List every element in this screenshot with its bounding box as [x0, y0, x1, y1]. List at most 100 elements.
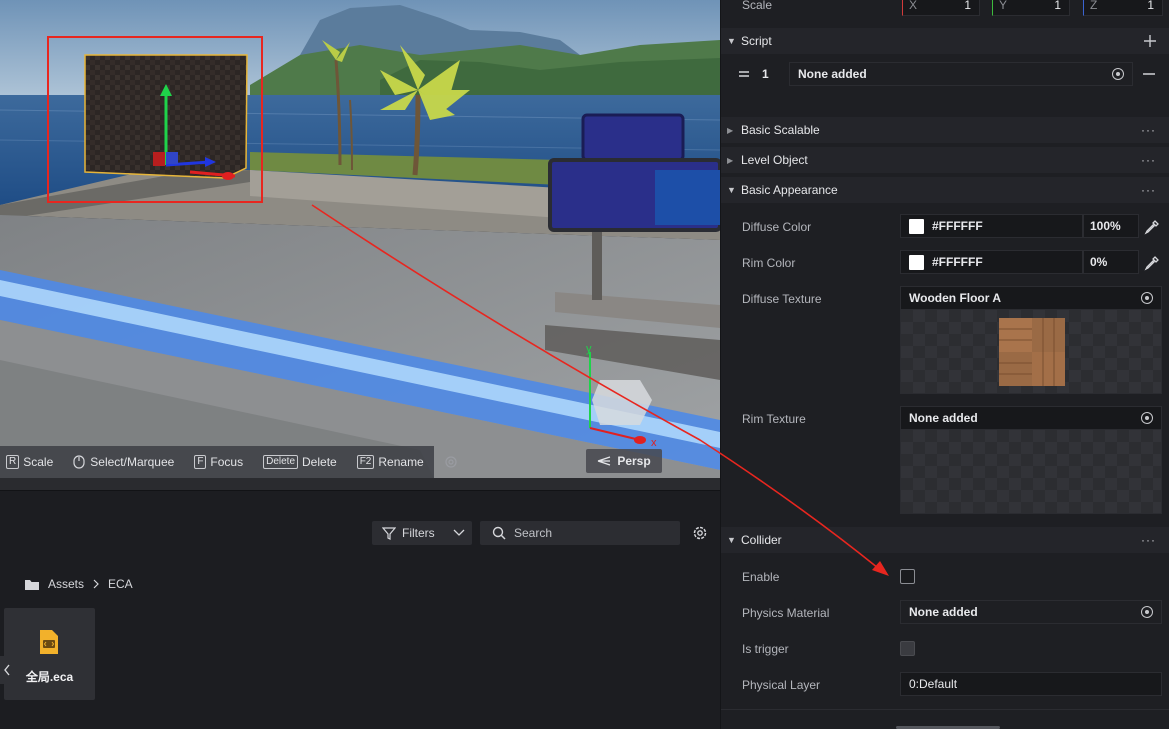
rim-texture-value: None added [909, 411, 978, 425]
folder-icon [25, 579, 39, 590]
is-trigger-checkbox[interactable] [900, 641, 915, 656]
y-axis-label: Y [999, 0, 1008, 12]
more-options-icon[interactable]: ··· [1141, 123, 1156, 137]
breadcrumb-assets[interactable]: Assets [48, 577, 84, 591]
delete-tool-label: Delete [302, 455, 337, 469]
more-options-icon[interactable]: ··· [1141, 533, 1156, 547]
more-options-icon[interactable]: ··· [1141, 153, 1156, 167]
diffuse-color-hex: #FFFFFF [932, 219, 983, 233]
search-icon [492, 526, 506, 540]
section-collider[interactable]: ▼ Collider ··· [721, 527, 1169, 553]
chevron-down-icon [453, 529, 465, 536]
basic-scalable-title: Basic Scalable [741, 123, 820, 137]
scale-tool[interactable]: R Scale [0, 446, 59, 478]
mouse-icon [73, 455, 85, 469]
section-basic-appearance[interactable]: ▼ Basic Appearance ··· [721, 177, 1169, 203]
scale-z-value: 1 [1147, 0, 1154, 12]
rim-color-label: Rim Color [742, 256, 796, 270]
perspective-toggle[interactable]: Persp [586, 449, 662, 473]
add-script-icon[interactable] [1144, 35, 1156, 47]
collapse-panel-button[interactable] [0, 656, 14, 684]
x-axis-label: X [909, 0, 918, 12]
gizmo-y-label: y [586, 343, 592, 355]
remove-script-icon[interactable] [1143, 73, 1155, 75]
scale-y-value: 1 [1054, 0, 1061, 12]
collapsed-triangle-icon: ▶ [727, 125, 734, 135]
physics-material-value: None added [909, 605, 978, 619]
wood-texture-thumbnail [999, 318, 1065, 386]
divider [721, 709, 1169, 710]
asset-file-card[interactable]: 全局.eca [4, 608, 95, 700]
script-title: Script [741, 34, 772, 48]
diffuse-texture-field[interactable]: Wooden Floor A [900, 286, 1162, 310]
scene-render[interactable]: y x [0, 0, 720, 490]
enable-label: Enable [742, 570, 780, 584]
diffuse-color-label: Diffuse Color [742, 220, 812, 234]
target-picker-icon[interactable] [1141, 292, 1153, 304]
section-level-object[interactable]: ▶ Level Object ··· [721, 147, 1169, 173]
collider-title: Collider [741, 533, 782, 547]
rim-texture-label: Rim Texture [742, 412, 806, 426]
select-marquee-tool[interactable]: Select/Marquee [67, 446, 180, 478]
expanded-triangle-icon: ▼ [727, 185, 736, 195]
key-f2: F2 [356, 455, 375, 469]
physical-layer-field[interactable]: 0:Default [900, 672, 1162, 696]
scene-viewport[interactable]: y x R Scale Select/Marquee F Focus Delete D… [0, 0, 720, 490]
rename-tool[interactable]: F2 Rename [351, 446, 430, 478]
breadcrumb: Assets ECA [24, 577, 133, 591]
settings-icon [445, 456, 457, 468]
target-picker-icon[interactable] [1141, 606, 1153, 618]
key-r: R [6, 455, 20, 469]
asset-toolbar: Filters Search [0, 521, 720, 547]
filters-button[interactable]: Filters [372, 521, 472, 545]
viewport-settings-button[interactable] [438, 446, 464, 478]
inspector-panel: Scale X 1 Y 1 Z 1 ▼ Script 1 None added … [720, 0, 1169, 729]
focus-tool[interactable]: F Focus [188, 446, 249, 478]
diffuse-texture-preview[interactable] [900, 310, 1162, 394]
physics-material-label: Physics Material [742, 606, 830, 620]
diffuse-texture-label: Diffuse Texture [742, 292, 822, 306]
rim-color-field[interactable]: #FFFFFF [900, 250, 1083, 274]
asset-search-input[interactable]: Search [480, 521, 680, 545]
gizmo-x-label: x [651, 437, 657, 449]
diffuse-color-swatch[interactable] [909, 218, 924, 234]
diffuse-opacity-field[interactable]: 100% [1083, 214, 1139, 238]
eyedropper-icon[interactable] [1144, 219, 1160, 235]
scale-x-value: 1 [964, 0, 971, 12]
scale-y-field[interactable]: Y 1 [992, 0, 1070, 16]
is-trigger-label: Is trigger [742, 642, 789, 656]
eca-file-icon [40, 630, 58, 654]
viewport-toolbar: R Scale Select/Marquee F Focus Delete Delet… [0, 446, 457, 478]
breadcrumb-eca[interactable]: ECA [108, 577, 133, 591]
target-picker-icon[interactable] [1112, 68, 1124, 80]
more-options-icon[interactable]: ··· [1141, 183, 1156, 197]
delete-tool[interactable]: Delete Delete [257, 446, 343, 478]
basic-appearance-title: Basic Appearance [741, 183, 838, 197]
collapsed-triangle-icon: ▶ [727, 155, 734, 165]
level-object-title: Level Object [741, 153, 808, 167]
scale-z-field[interactable]: Z 1 [1083, 0, 1163, 16]
rim-opacity-field[interactable]: 0% [1083, 250, 1139, 274]
select-marquee-label: Select/Marquee [90, 455, 175, 469]
rim-color-swatch[interactable] [909, 254, 924, 270]
diffuse-color-field[interactable]: #FFFFFF [900, 214, 1083, 238]
asset-settings-button[interactable] [690, 523, 710, 543]
asset-file-name: 全局.eca [25, 670, 74, 684]
enable-checkbox[interactable] [900, 569, 915, 584]
target-picker-icon[interactable] [1141, 412, 1153, 424]
section-basic-scalable[interactable]: ▶ Basic Scalable ··· [721, 117, 1169, 143]
rim-color-hex: #FFFFFF [932, 255, 983, 269]
expanded-triangle-icon: ▼ [727, 535, 736, 545]
rim-opacity-value: 0% [1090, 255, 1108, 269]
rim-texture-preview[interactable] [900, 430, 1162, 514]
script-slot-field[interactable]: None added [789, 62, 1133, 86]
eyedropper-icon[interactable] [1144, 255, 1160, 271]
physics-material-field[interactable]: None added [900, 600, 1162, 624]
scale-label: Scale [742, 0, 773, 12]
drag-handle-icon[interactable] [739, 70, 749, 78]
script-slot-value: None added [798, 67, 867, 81]
expanded-triangle-icon: ▼ [727, 36, 736, 46]
rim-texture-field[interactable]: None added [900, 406, 1162, 430]
section-script[interactable]: ▼ Script [721, 28, 1169, 54]
scale-x-field[interactable]: X 1 [902, 0, 980, 16]
